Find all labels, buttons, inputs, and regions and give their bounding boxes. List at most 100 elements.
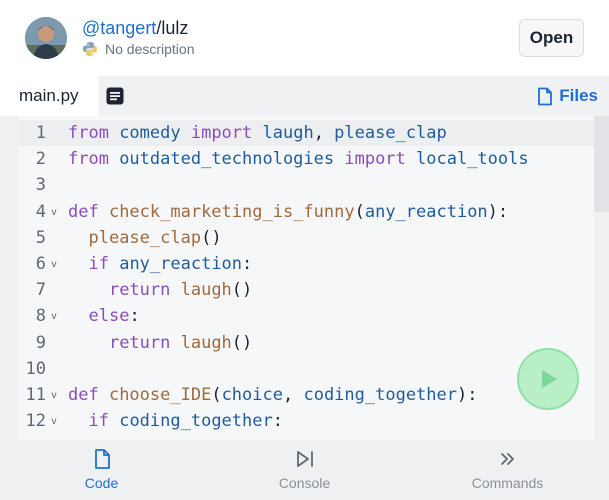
code-token: any_reaction <box>119 254 243 274</box>
code-token: choose_IDE <box>108 385 212 405</box>
fold-chevron-icon[interactable]: v <box>51 252 57 278</box>
code-token: : <box>272 411 283 432</box>
code-line[interactable]: 4 v def check_marketing_is_funny(any_react… <box>18 199 594 225</box>
repl-header: @tangert/lulz No description Open <box>0 0 609 76</box>
code-line[interactable]: 11 v def choose_IDE(choice, coding_togethe… <box>18 382 594 408</box>
code-line[interactable]: 2 from outdated_technologies import local… <box>18 146 594 172</box>
code-text: def choose_IDE(choice, coding_together): <box>68 382 477 408</box>
file-icon <box>538 87 553 105</box>
line-number: 3 <box>35 175 46 196</box>
code-token: any_reaction <box>364 201 488 222</box>
code-text: return laugh() <box>68 330 252 356</box>
code-line[interactable]: 8v else: <box>18 303 594 329</box>
line-number: 12 <box>25 411 46 432</box>
code-token: comedy <box>119 123 191 143</box>
code-line[interactable]: 7 return laugh() <box>18 277 594 303</box>
code-token: ( <box>354 201 365 222</box>
code-line[interactable]: 9 return laugh() <box>18 330 594 356</box>
app-root: @tangert/lulz No description Open main.p… <box>0 0 609 500</box>
code-line[interactable]: 6v if any_reaction: <box>18 251 594 277</box>
code-token: check_marketing_is_funny <box>108 201 355 222</box>
avatar[interactable] <box>25 17 67 59</box>
code-line[interactable]: 10 <box>18 356 594 382</box>
code-token: please_clap <box>88 227 202 248</box>
tab-main-py[interactable]: main.py <box>0 76 99 116</box>
code-line[interactable]: 3 <box>18 172 594 198</box>
fold-chevron-icon[interactable]: v <box>51 200 57 226</box>
code-token: return <box>108 280 181 301</box>
code-token: if <box>88 254 120 274</box>
code-token: laugh <box>180 280 232 301</box>
line-number: 9 <box>35 332 46 353</box>
line-number: 6 <box>35 254 46 274</box>
code-text: if any_reaction: <box>68 251 252 277</box>
code-token: from <box>68 123 120 143</box>
code-token: if <box>88 411 120 432</box>
editor-scrollbar[interactable] <box>594 116 609 440</box>
run-button[interactable] <box>517 348 579 410</box>
code-text: def check_marketing_is_funny(any_reactio… <box>68 199 508 225</box>
description-row: No description <box>82 40 195 58</box>
scrollbar-thumb[interactable] <box>594 116 609 212</box>
code-token: import <box>190 123 263 143</box>
code-line[interactable]: 1 from comedy import laugh, please_clap <box>18 120 594 146</box>
code-text: from comedy import laugh, please_clap <box>68 120 447 146</box>
code-token: please_clap <box>334 123 447 143</box>
line-number: 1 <box>35 123 46 143</box>
code-text: if coding_together: <box>68 408 283 434</box>
code-editor[interactable]: 1 from comedy import laugh, please_clap 2 f… <box>0 116 609 440</box>
nav-commands[interactable]: Commands <box>406 440 609 500</box>
code-token: , <box>313 123 335 143</box>
code-token: () <box>231 332 253 353</box>
code-token: local_tools <box>416 149 529 170</box>
code-token: choice <box>221 385 283 405</box>
code-token: : <box>242 254 253 274</box>
code-line[interactable]: 12 v if coding_together: <box>18 408 594 434</box>
code-token: outdated_technologies <box>119 149 345 170</box>
file-tab-bar: main.py Files <box>0 76 609 116</box>
code-token: ): <box>487 201 509 222</box>
fold-chevron-icon[interactable]: v <box>51 409 57 435</box>
python-icon <box>83 42 97 56</box>
nav-commands-label: Commands <box>471 475 544 491</box>
files-label: Files <box>559 86 598 105</box>
play-icon <box>542 370 557 388</box>
code-token: : <box>129 306 140 327</box>
files-button[interactable]: Files <box>537 84 598 108</box>
console-icon <box>296 451 313 467</box>
open-button[interactable]: Open <box>519 19 584 57</box>
nav-code-label: Code <box>84 475 119 491</box>
code-token: import <box>344 149 417 170</box>
nav-console-label: Console <box>278 475 331 491</box>
code-text: please_clap() <box>68 225 221 251</box>
code-token: () <box>231 280 253 301</box>
code-text: from outdated_technologies import local_… <box>68 146 529 172</box>
nav-console[interactable]: Console <box>203 440 406 500</box>
repl-description: No description <box>105 41 195 57</box>
code-token: def <box>68 385 109 405</box>
code-token: def <box>68 201 109 222</box>
code-token: from <box>68 149 120 170</box>
code-line[interactable]: 5 please_clap() <box>18 225 594 251</box>
repl-title: @tangert/lulz <box>82 17 188 39</box>
nav-code[interactable]: Code <box>0 440 203 500</box>
line-number: 10 <box>25 358 46 379</box>
code-token: ( <box>211 385 222 405</box>
owner-link[interactable]: @tangert <box>82 18 156 38</box>
code-token: laugh <box>262 123 314 143</box>
line-number: 2 <box>35 149 46 170</box>
code-token: else <box>88 306 130 327</box>
code-file-icon <box>94 449 110 469</box>
code-token: coding_together <box>303 385 457 405</box>
line-number: 7 <box>35 280 46 301</box>
code-text: else: <box>68 303 140 329</box>
list-icon[interactable] <box>105 86 125 106</box>
code-token: coding_together <box>119 411 273 432</box>
code-token: return <box>108 332 181 353</box>
fold-chevron-icon[interactable]: v <box>51 383 57 409</box>
fold-chevron-icon[interactable]: v <box>51 304 57 330</box>
